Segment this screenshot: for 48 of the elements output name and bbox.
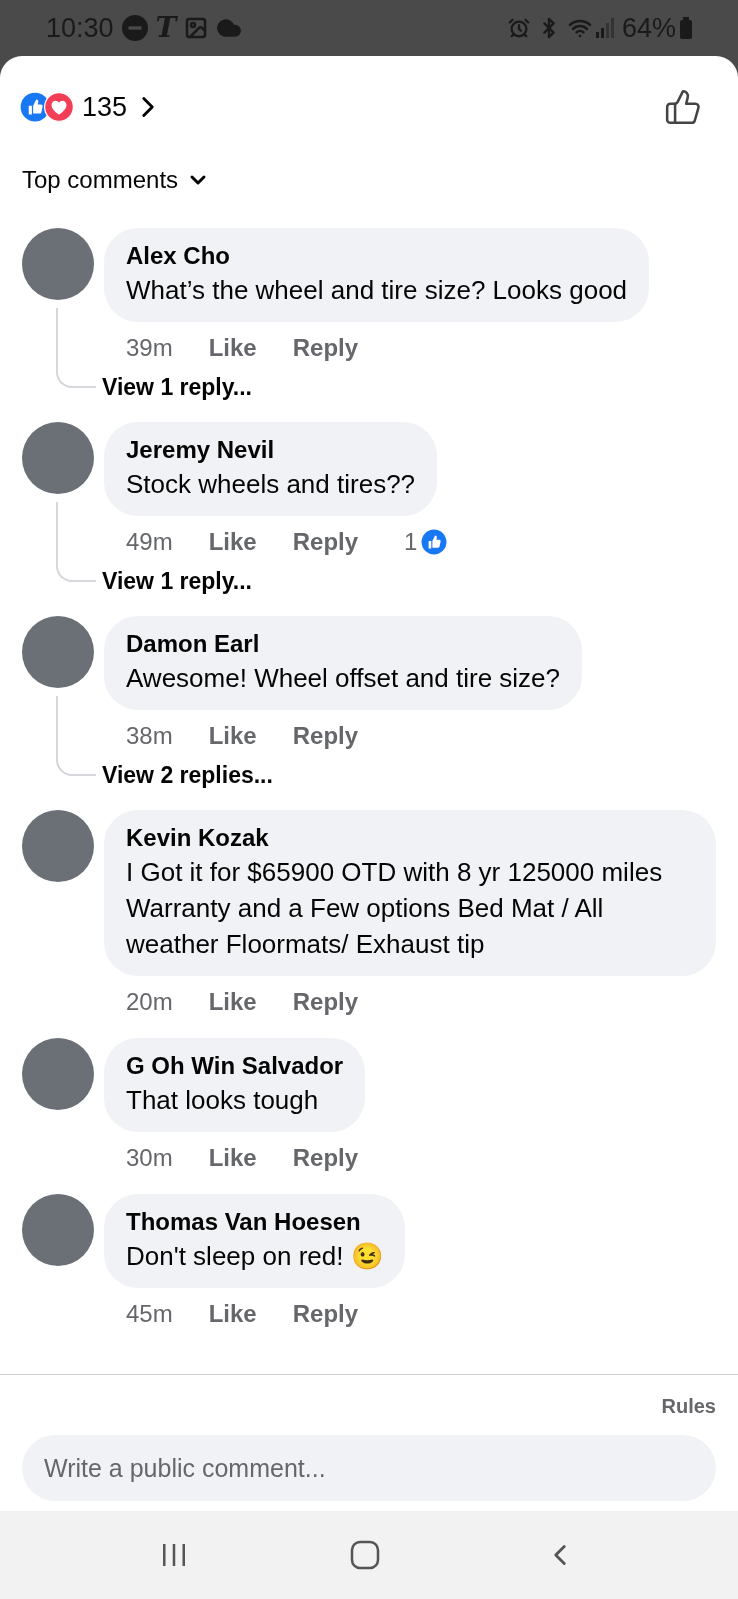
comment-time: 20m xyxy=(126,987,173,1017)
reply-link[interactable]: Reply xyxy=(292,984,359,1020)
view-replies-link[interactable]: View 1 reply... xyxy=(102,370,252,404)
reaction-count[interactable]: 135 xyxy=(82,86,128,128)
love-reaction-icon xyxy=(44,92,74,122)
comment-text: What’s the wheel and tire size? Looks good xyxy=(126,275,628,305)
comment-time: 38m xyxy=(126,721,173,751)
like-link[interactable]: Like xyxy=(208,330,257,366)
like-link[interactable]: Like xyxy=(208,1296,257,1332)
comment-text: Don't sleep on red! 😉 xyxy=(126,1241,383,1271)
comment-author[interactable]: Jeremy Nevil xyxy=(126,434,416,466)
comment-author[interactable]: Damon Earl xyxy=(126,628,561,660)
reply-link[interactable]: Reply xyxy=(292,524,359,560)
alarm-icon xyxy=(507,17,530,39)
recent-apps-icon[interactable] xyxy=(161,1542,188,1568)
gallery-icon xyxy=(184,16,209,40)
rules-link[interactable]: Rules xyxy=(661,1391,716,1421)
signal-icon xyxy=(595,18,614,38)
comment-author[interactable]: G Oh Win Salvador xyxy=(126,1050,344,1082)
do-not-disturb-icon xyxy=(121,15,148,41)
reply-link[interactable]: Reply xyxy=(292,1296,359,1332)
comment-time: 30m xyxy=(126,1143,173,1173)
reply-link[interactable]: Reply xyxy=(292,718,359,754)
comment-text: Stock wheels and tires?? xyxy=(126,469,416,499)
reply-link[interactable]: Reply xyxy=(292,330,359,366)
like-button-icon[interactable] xyxy=(664,88,702,126)
comment-text: That looks tough xyxy=(126,1085,319,1115)
view-replies-link[interactable]: View 2 replies... xyxy=(102,758,273,792)
like-link[interactable]: Like xyxy=(208,1140,257,1176)
comment-time: 45m xyxy=(126,1299,173,1329)
comment-time: 49m xyxy=(126,527,173,557)
like-link[interactable]: Like xyxy=(208,524,257,560)
like-link[interactable]: Like xyxy=(208,984,257,1020)
comment-author[interactable]: Kevin Kozak xyxy=(126,822,694,854)
comment-text: Awesome! Wheel offset and tire size? xyxy=(126,663,561,693)
like-reaction-icon xyxy=(421,529,448,555)
battery-icon xyxy=(680,17,692,39)
reply-link[interactable]: Reply xyxy=(292,1140,359,1176)
comment-time: 39m xyxy=(126,333,173,363)
comment-author[interactable]: Thomas Van Hoesen xyxy=(126,1206,383,1238)
home-icon[interactable] xyxy=(350,1540,380,1570)
like-count: 1 xyxy=(404,527,418,557)
sort-dropdown[interactable]: Top comments xyxy=(22,162,211,198)
comment-text: I Got it for $65900 OTD with 8 yr 125000 miles Warranty and a Few options Bed Mat / All weather Floormats/ Exhaust tip xyxy=(126,857,663,959)
comment-author[interactable]: Alex Cho xyxy=(126,240,628,272)
like-link[interactable]: Like xyxy=(208,718,257,754)
comment-input-field[interactable]: Write a public comment... xyxy=(22,1435,716,1501)
view-replies-link[interactable]: View 1 reply... xyxy=(102,564,252,598)
